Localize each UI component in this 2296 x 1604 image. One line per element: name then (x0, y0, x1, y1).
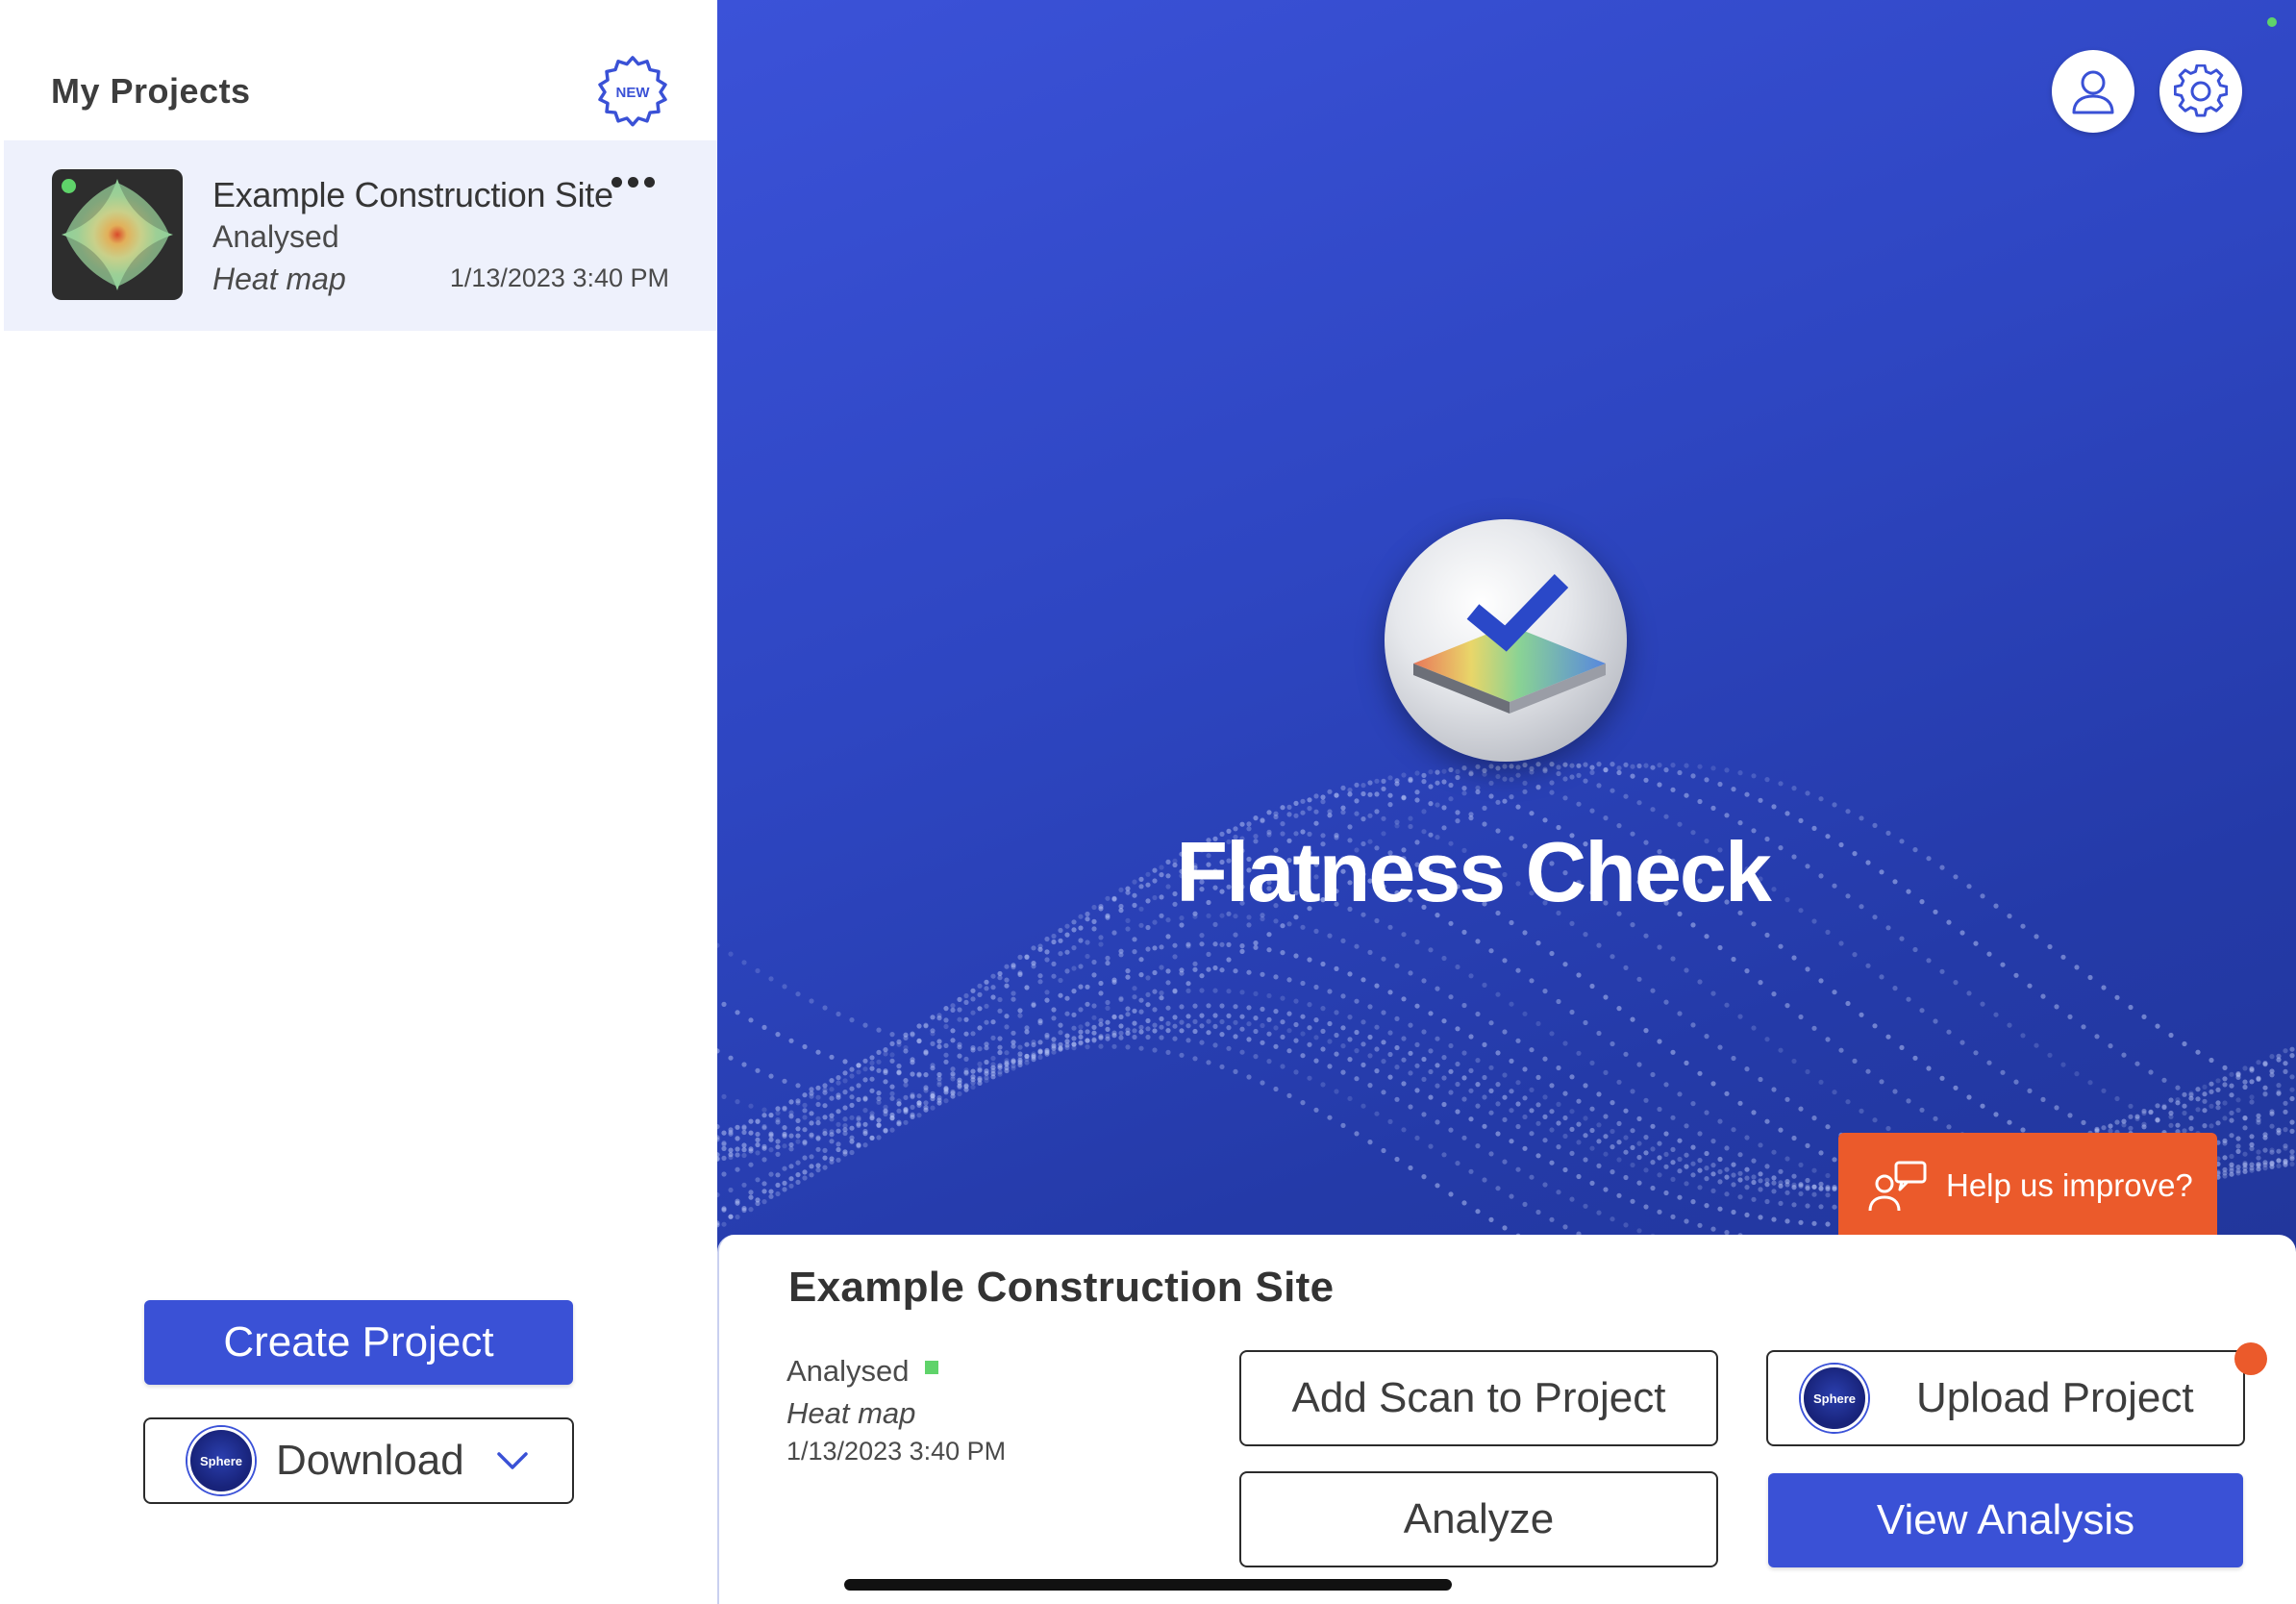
project-name: Example Construction Site (212, 175, 613, 214)
status-dot (62, 179, 76, 193)
feedback-label: Help us improve? (1946, 1167, 2193, 1203)
sidebar-title: My Projects (51, 71, 251, 111)
download-button[interactable]: Sphere Download (143, 1417, 574, 1504)
app-title: Flatness Check (1176, 824, 1772, 919)
feedback-people-icon (1868, 1161, 1927, 1212)
user-icon (2072, 70, 2114, 114)
chevron-down-icon (496, 1452, 528, 1469)
view-analysis-button[interactable]: View Analysis (1768, 1473, 2243, 1567)
create-project-button[interactable]: Create Project (144, 1300, 573, 1385)
upload-project-button[interactable]: Sphere Upload Project (1766, 1350, 2245, 1446)
more-options-icon[interactable] (611, 177, 661, 196)
new-badge-icon[interactable]: NEW (596, 56, 669, 129)
upload-label: Upload Project (1916, 1374, 2194, 1421)
app-logo (1385, 519, 1627, 762)
project-status: Analysed (212, 219, 339, 254)
svg-text:NEW: NEW (616, 85, 651, 101)
feedback-button[interactable]: Help us improve? (1838, 1133, 2217, 1239)
detail-status: Analysed (786, 1354, 910, 1388)
sphere-logo: Sphere (187, 1427, 255, 1494)
add-scan-button[interactable]: Add Scan to Project (1239, 1350, 1718, 1446)
project-thumbnail (52, 169, 183, 300)
detail-title: Example Construction Site (788, 1264, 1335, 1311)
project-date: 1/13/2023 3:40 PM (449, 263, 669, 292)
detail-type: Heat map (786, 1396, 916, 1430)
sphere-logo: Sphere (1801, 1365, 1868, 1432)
project-detail-panel: Example Construction Site Analysed Heat … (717, 1235, 2296, 1604)
profile-button[interactable] (2052, 50, 2134, 133)
notification-dot (2234, 1342, 2267, 1375)
settings-button[interactable] (2159, 50, 2242, 133)
home-indicator (844, 1579, 1452, 1591)
analyze-button[interactable]: Analyze (1239, 1471, 1718, 1567)
gear-icon (2174, 64, 2228, 117)
download-label: Download (276, 1437, 464, 1484)
project-list-item[interactable]: Example Construction Site Analysed Heat … (4, 140, 717, 331)
detail-status-row: Analysed (786, 1354, 938, 1389)
project-type: Heat map (212, 262, 346, 296)
detail-date: 1/13/2023 3:40 PM (786, 1437, 1007, 1466)
project-sidebar: My Projects NEW Example Construction Sit… (0, 0, 717, 1604)
status-indicator (2267, 17, 2277, 27)
status-square (924, 1361, 938, 1374)
